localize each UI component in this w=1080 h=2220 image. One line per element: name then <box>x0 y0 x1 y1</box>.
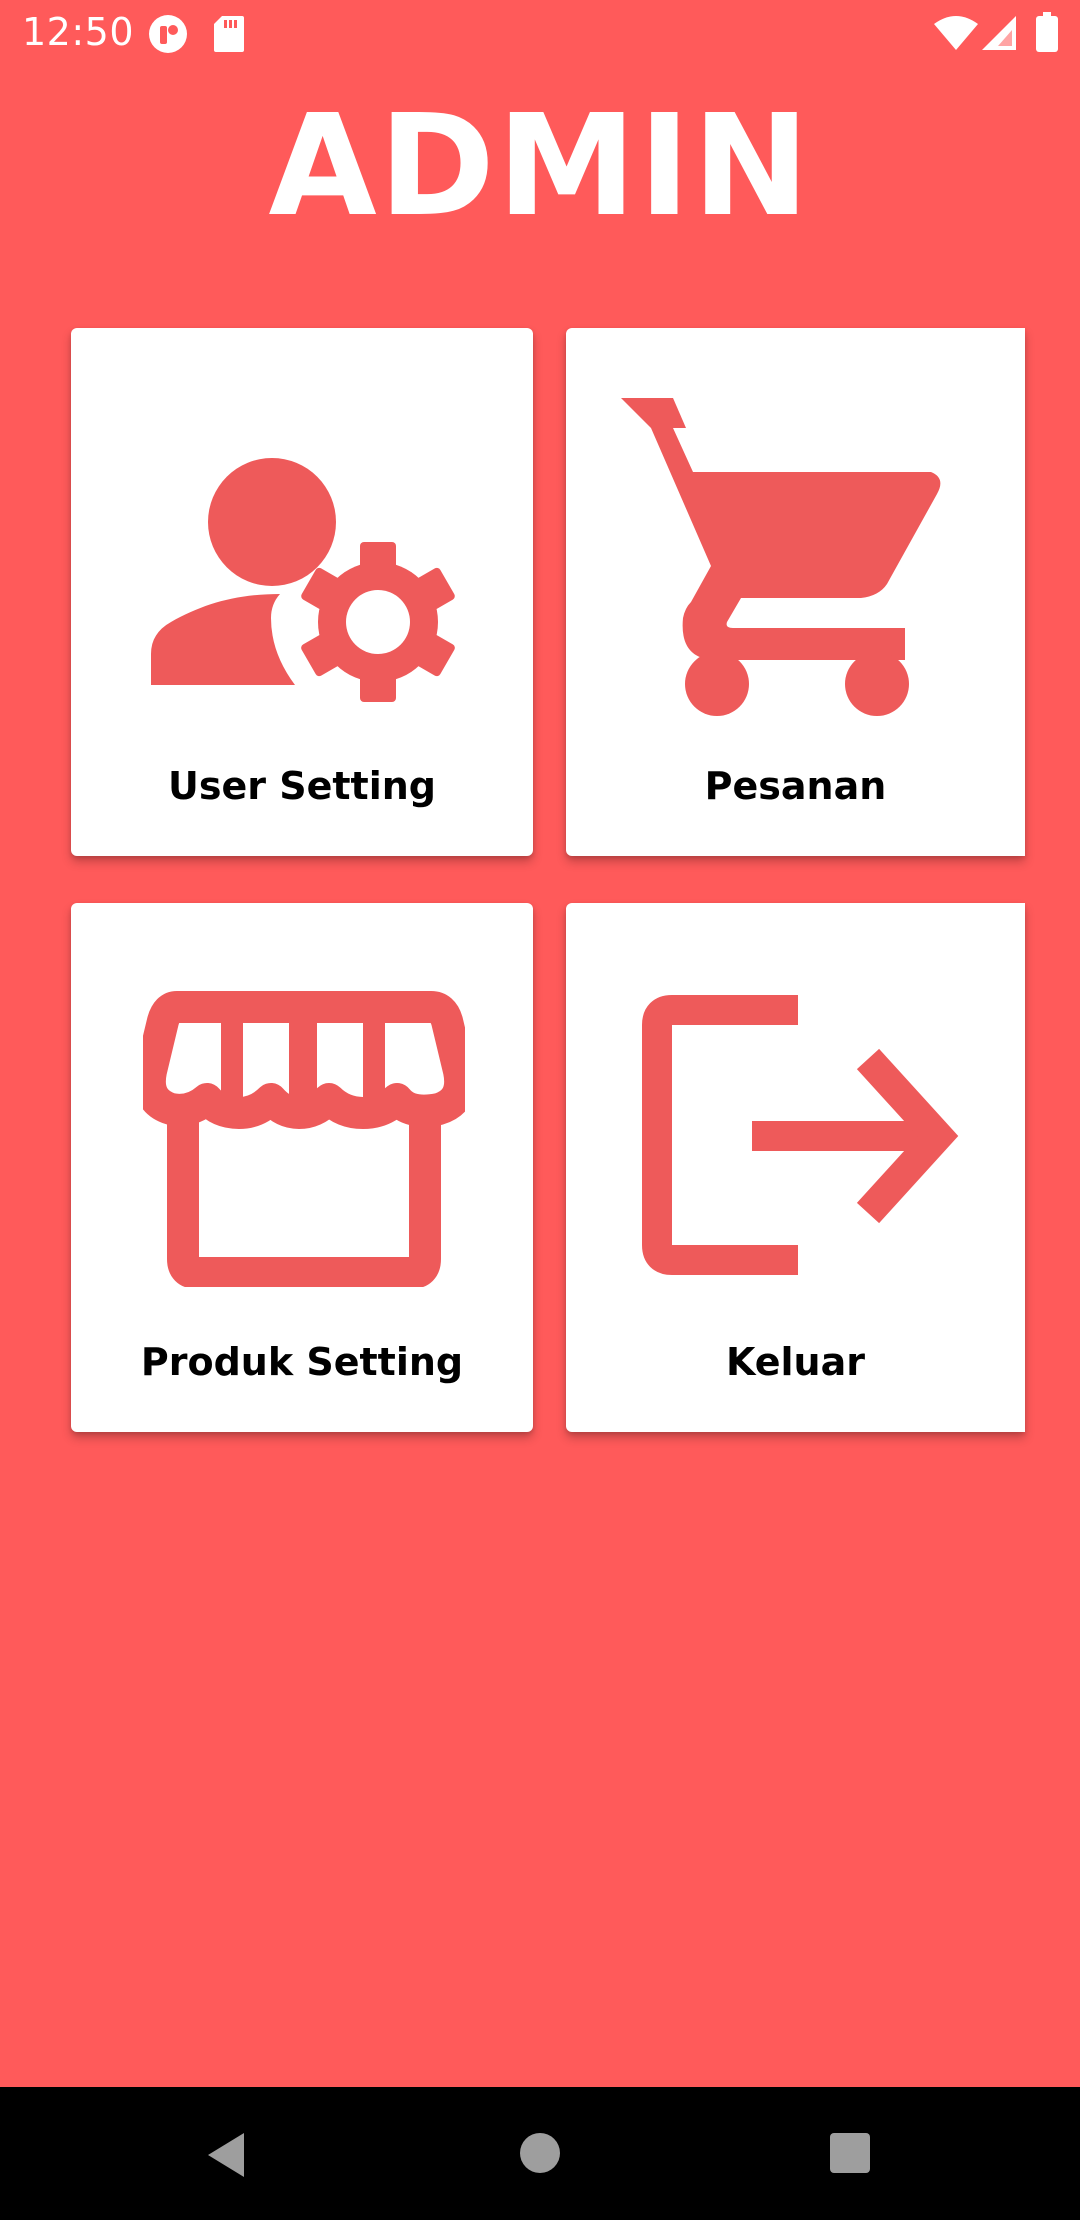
status-bar: 12:50 <box>0 0 1080 66</box>
keluar-label: Keluar <box>725 1340 865 1384</box>
user-setting-card[interactable]: User Setting <box>71 328 533 856</box>
navigation-bar <box>0 2087 1080 2220</box>
sd-card-icon <box>214 16 244 52</box>
back-icon[interactable] <box>204 2131 248 2179</box>
produk-setting-card[interactable]: Produk Setting <box>71 903 533 1432</box>
user-setting-label: User Setting <box>168 764 436 808</box>
user-settings-icon <box>151 458 455 702</box>
storefront-icon <box>143 991 465 1287</box>
wifi-icon <box>934 16 978 50</box>
shopping-cart-icon <box>621 398 941 716</box>
app-notification-icon <box>149 15 187 53</box>
pesanan-card[interactable]: Pesanan <box>566 328 1025 856</box>
page-title: ADMIN <box>268 85 812 248</box>
logout-icon <box>642 995 959 1275</box>
cellular-signal-icon <box>982 16 1016 50</box>
recents-icon[interactable] <box>828 2131 872 2175</box>
keluar-card[interactable]: Keluar <box>566 903 1025 1432</box>
status-time: 12:50 <box>22 10 135 54</box>
produk-setting-label: Produk Setting <box>140 1340 464 1384</box>
pesanan-label: Pesanan <box>704 764 887 808</box>
home-icon[interactable] <box>518 2131 562 2175</box>
battery-icon <box>1036 12 1058 52</box>
